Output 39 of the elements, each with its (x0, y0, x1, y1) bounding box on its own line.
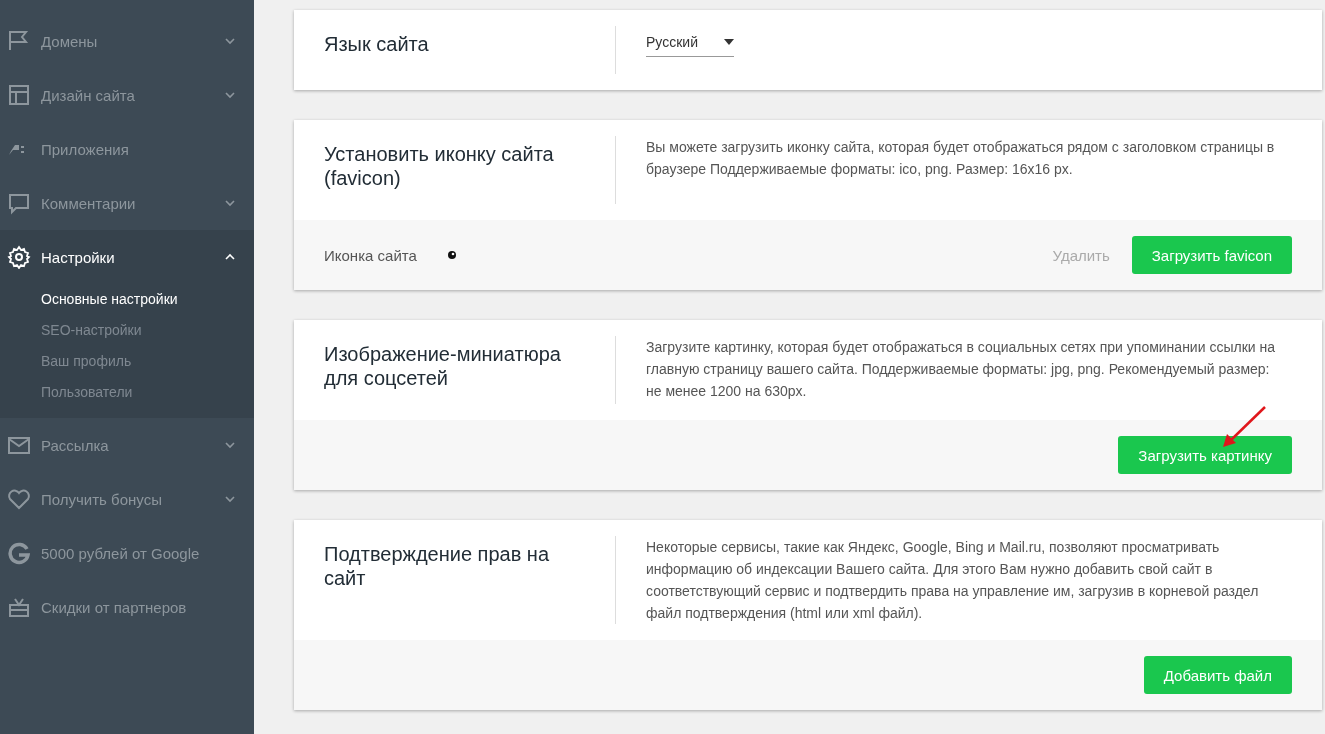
flag-icon (7, 29, 31, 53)
sidebar-item[interactable]: Дизайн сайта (0, 68, 254, 122)
annotation-arrow (1222, 406, 1266, 448)
language-select[interactable]: Русский (646, 26, 734, 57)
chevron-icon (224, 439, 236, 451)
sidebar-item[interactable]: Получить бонусы (0, 472, 254, 526)
card-description: Некоторые сервисы, такие как Яндекс, Google, Bing и Mail.ru, позволяют просматривать информацию об индексации Вашего сайта. Для этого Вам нужно добавить свой сайт в соответствующий сервис и подтвердить права на управление им, загрузив в корневой раздел файл подтверждения (html или xml файл). (645, 538, 1260, 623)
sidebar-item[interactable]: Рассылка (0, 418, 254, 472)
letter-g-icon (7, 541, 31, 565)
submenu-item[interactable]: SEO-настройки (0, 315, 254, 346)
sidebar-item[interactable]: Скидки от партнеров (0, 580, 254, 634)
sidebar-item[interactable]: 5000 рублей от Google (0, 526, 254, 580)
submenu-item[interactable]: Основные настройки (0, 284, 254, 315)
submenu-item[interactable]: Пользователи (0, 377, 254, 408)
card-title: Установить иконку сайта (favicon) (294, 136, 616, 204)
card-description: Загрузите картинку, которая будет отображаться в социальных сетях при упоминании ссылки на главную страницу вашего сайта. Поддерживаемые форматы: jpg, png. Рекомендуемый размер: не менее 1200 на 630px. (645, 338, 1276, 401)
field-label: Иконка сайта (324, 246, 417, 264)
heart-icon (7, 487, 31, 511)
card-title: Изображение-миниатюра для соцсетей (294, 336, 616, 404)
comment-icon (7, 191, 31, 215)
upload-button[interactable]: Загрузить favicon (1131, 236, 1292, 274)
card-description: Вы можете загрузить иконку сайта, которая будет отображаться рядом с заголовком страницы в браузере Поддерживаемые форматы: ico, png. Размер: 16x16 px. (645, 138, 1276, 179)
dropdown-caret-icon (723, 39, 734, 45)
card-title: Подтверждение прав на сайт (294, 536, 616, 624)
submenu-item[interactable]: Ваш профиль (0, 346, 254, 377)
card-title: Язык сайта (294, 26, 616, 74)
sidebar-item[interactable]: Приложения (0, 122, 254, 176)
chevron-icon (224, 35, 236, 47)
chevron-icon (224, 493, 236, 505)
chevron-icon (224, 89, 236, 101)
upload-button[interactable]: Добавить файл (1143, 656, 1292, 694)
chevron-icon (224, 197, 236, 209)
sidebar-item[interactable]: Домены (0, 14, 254, 68)
sidebar-item[interactable]: Комментарии (0, 176, 254, 230)
sidebar-item[interactable]: Настройки (0, 230, 254, 284)
upload-button[interactable]: Загрузить картинку (1118, 436, 1292, 474)
settings-icon (7, 245, 31, 269)
delete-link[interactable]: Удалить (1046, 245, 1116, 265)
layout-icon (7, 83, 31, 107)
